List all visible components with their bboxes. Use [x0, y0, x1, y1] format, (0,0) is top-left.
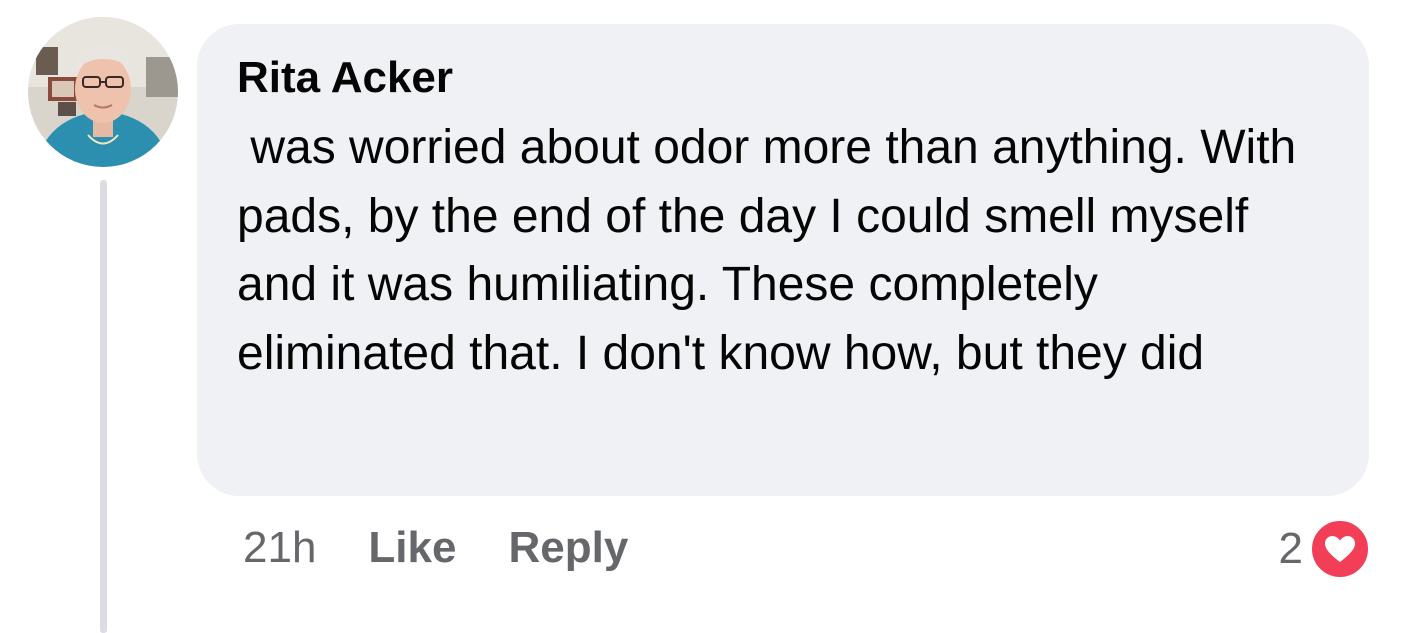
avatar-image: [28, 17, 178, 167]
comment-bubble: Rita Acker was worried about odor more t…: [197, 24, 1369, 496]
comment-author[interactable]: Rita Acker: [237, 50, 1329, 106]
love-heart-icon: [1309, 518, 1371, 580]
comment-text: was worried about odor more than anythin…: [237, 121, 1310, 380]
avatar[interactable]: [28, 17, 178, 167]
like-button[interactable]: Like: [368, 523, 456, 573]
reaction-summary[interactable]: 2: [1279, 516, 1371, 582]
reaction-count: 2: [1278, 524, 1303, 573]
comment-timestamp[interactable]: 21h: [243, 523, 316, 573]
comment-actions: 21h Like Reply: [243, 516, 628, 580]
reply-button[interactable]: Reply: [508, 523, 628, 573]
thread-line: [100, 180, 107, 633]
